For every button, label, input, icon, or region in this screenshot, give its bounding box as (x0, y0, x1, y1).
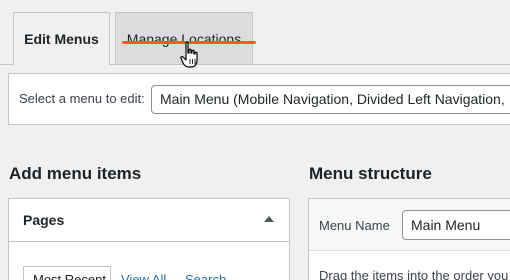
drag-instructions: Drag the items into the order you (319, 268, 509, 280)
hand-pointer-icon (180, 41, 198, 68)
tab-edit-menus-label: Edit Menus (24, 31, 99, 47)
subtab-view-all[interactable]: View All (121, 272, 166, 280)
menu-name-label: Menu Name (319, 218, 390, 233)
select-menu-dropdown[interactable]: Main Menu (Mobile Navigation, Divided Le… (151, 85, 510, 114)
tab-edit-menus[interactable]: Edit Menus (13, 12, 110, 65)
menu-structure-heading: Menu structure (309, 164, 432, 183)
select-menu-label: Select a menu to edit: (19, 91, 145, 106)
pages-panel-divider (9, 241, 289, 242)
add-menu-items-heading: Add menu items (9, 164, 142, 183)
subtab-search[interactable]: Search (185, 272, 226, 280)
subtab-most-recent[interactable]: Most Recent (23, 266, 111, 280)
pages-panel-title[interactable]: Pages (23, 212, 64, 228)
menu-name-input[interactable]: Main Menu (402, 210, 510, 240)
collapse-arrow-icon[interactable] (264, 216, 274, 222)
